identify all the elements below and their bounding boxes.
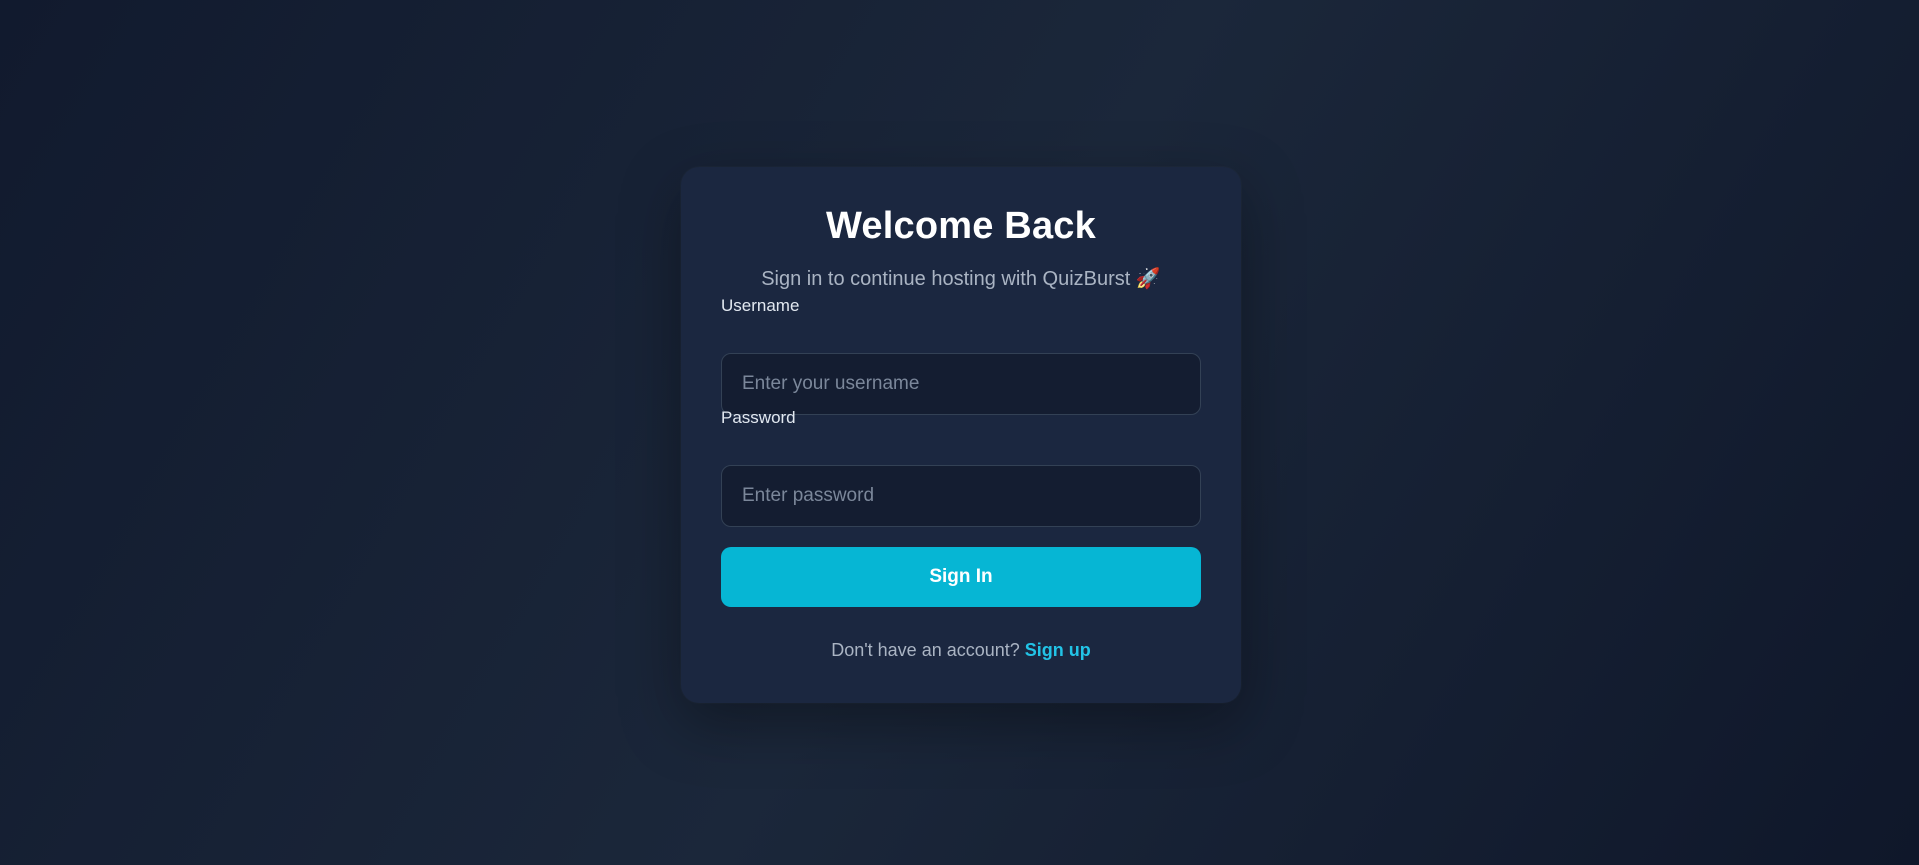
sign-up-link[interactable]: Sign up [1025, 640, 1091, 660]
password-input[interactable] [721, 465, 1201, 527]
signup-prompt-text: Don't have an account? [831, 640, 1020, 660]
page-title: Welcome Back [826, 205, 1096, 247]
username-input[interactable] [721, 353, 1201, 415]
page-subtitle: Sign in to continue hosting with QuizBur… [761, 268, 1161, 290]
password-label: Password [721, 408, 796, 427]
login-card: Welcome Back Sign in to continue hosting… [681, 167, 1241, 703]
signup-prompt: Don't have an account? Sign up [681, 640, 1241, 661]
sign-in-button[interactable]: Sign In [721, 547, 1201, 607]
username-label: Username [721, 296, 800, 315]
